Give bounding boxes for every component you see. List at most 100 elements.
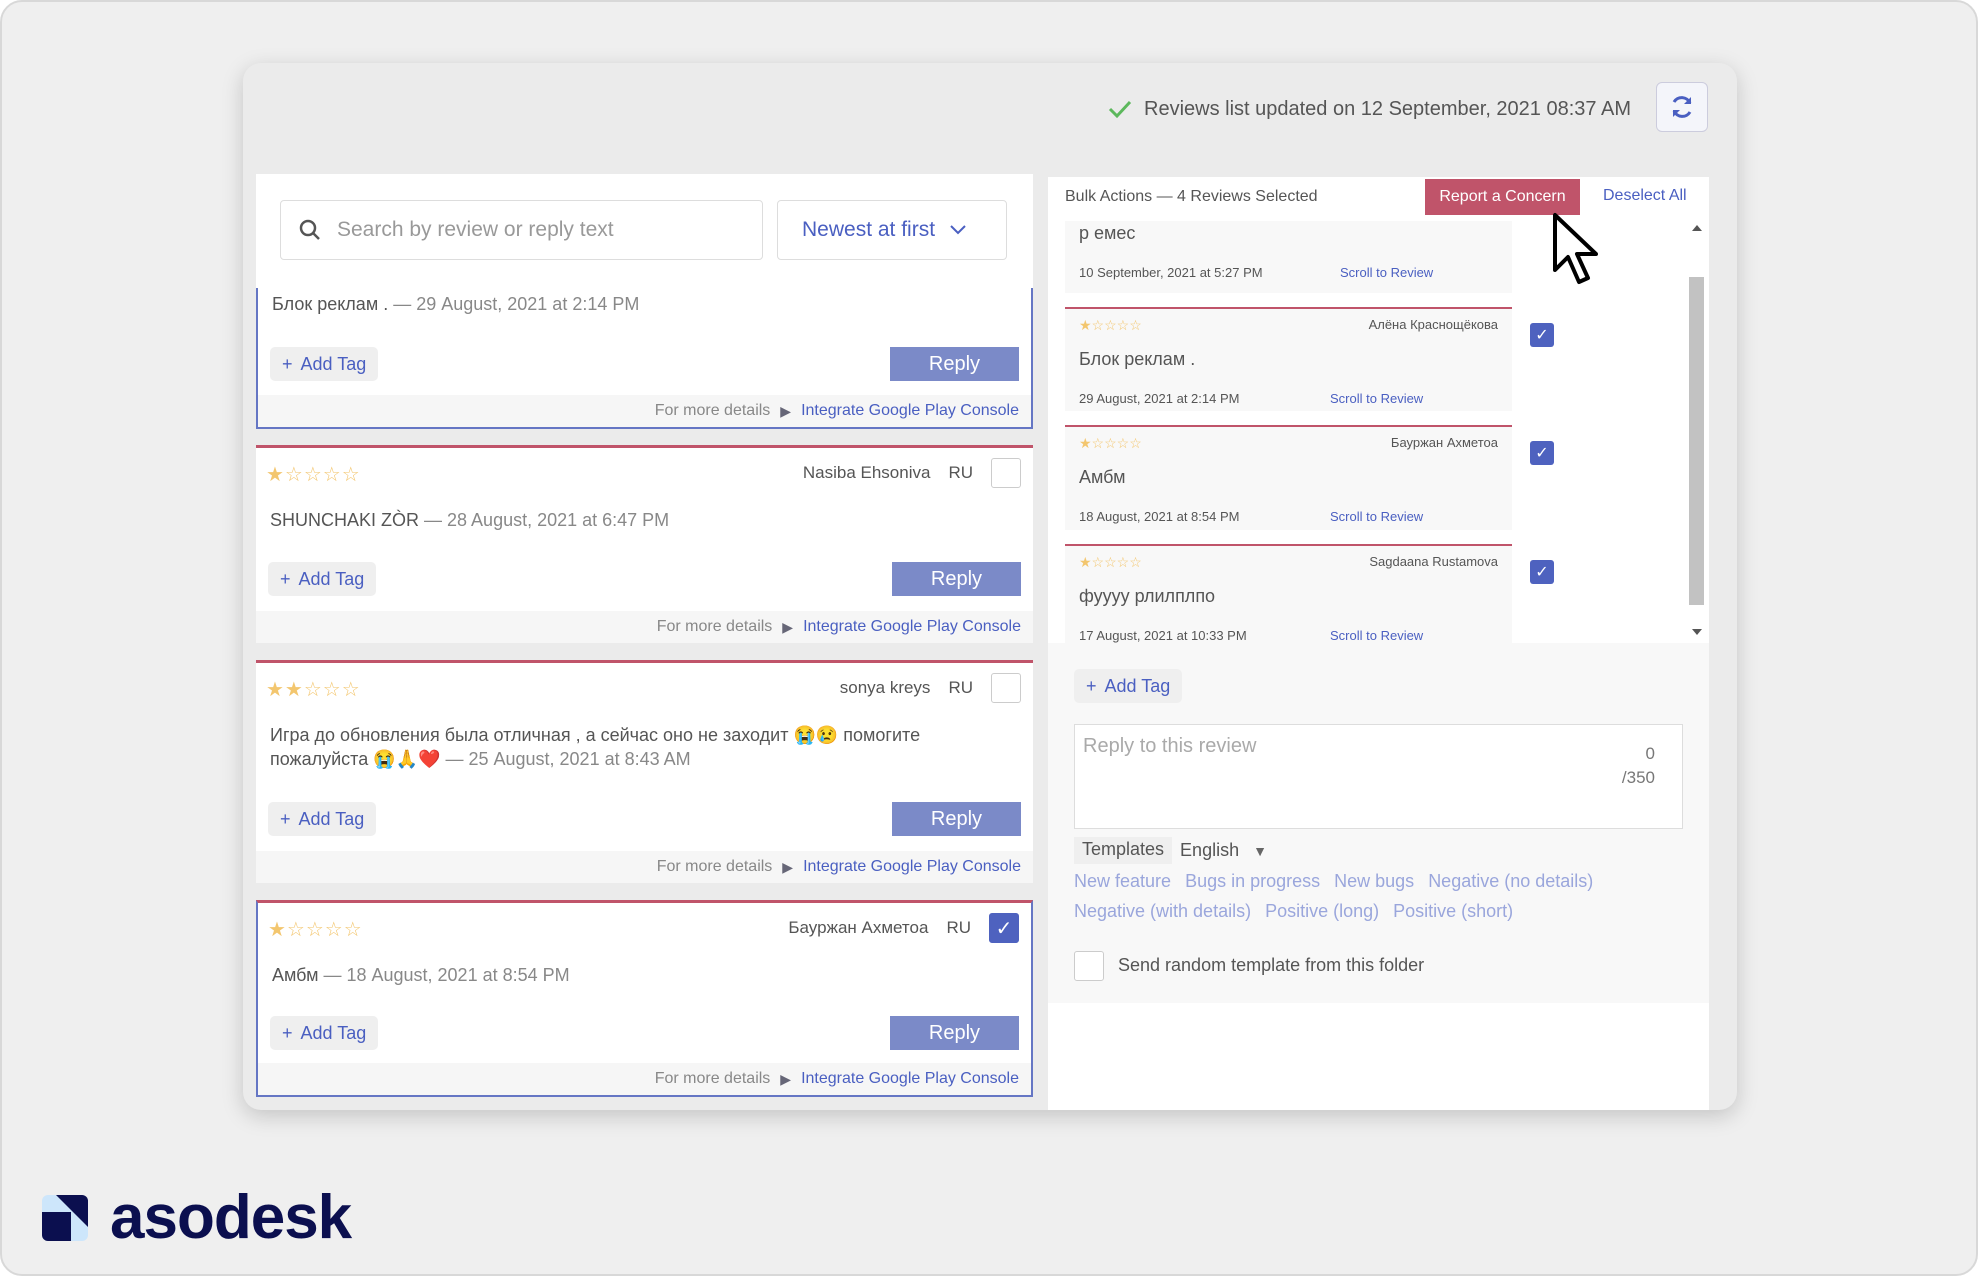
add-tag-button[interactable]: + Add Tag [268, 562, 377, 596]
review-date: 17 August, 2021 at 10:33 PM [1079, 628, 1247, 643]
review-date: 29 August, 2021 at 2:14 PM [1079, 391, 1240, 406]
random-template-checkbox[interactable] [1074, 951, 1104, 981]
review-date: — 18 August, 2021 at 8:54 PM [323, 965, 570, 985]
add-tag-button[interactable]: + Add Tag [270, 347, 379, 381]
review-footer: For more details ▶ Integrate Google Play C… [258, 395, 1031, 427]
add-tag-label: Add Tag [298, 568, 365, 589]
random-template-label: Send random template from this folder [1118, 955, 1425, 975]
google-play-icon: ▶ [782, 858, 794, 875]
search-icon [299, 219, 320, 240]
review-date: 18 August, 2021 at 8:54 PM [1079, 509, 1240, 524]
review-language: RU [948, 463, 973, 482]
star-rating: ★☆☆☆☆ [268, 919, 363, 941]
scroll-to-review-link[interactable]: Scroll to Review [1330, 391, 1423, 406]
scroll-to-review-link[interactable]: Scroll to Review [1340, 265, 1433, 280]
scroll-to-review-link[interactable]: Scroll to Review [1330, 628, 1423, 643]
review-card: ★☆☆☆☆ Бауржан Ахметоа RU ✓ Амбм — 18 August,… [256, 900, 1033, 1097]
sort-value: Newest at first [802, 218, 936, 241]
refresh-button[interactable] [1656, 82, 1708, 132]
plus-icon: + [282, 1022, 293, 1043]
review-author: Бауржан Ахметоа [1390, 435, 1498, 450]
template-link[interactable]: Negative (no details) [1428, 866, 1593, 896]
bulk-add-tag-button[interactable]: + Add Tag [1074, 669, 1183, 703]
selected-review-checkbox[interactable]: ✓ [1530, 441, 1554, 465]
review-text: фуууу рлилплпо [1079, 586, 1216, 606]
review-body: SHUNCHAKI ZÒR [270, 510, 425, 530]
reply-placeholder: Reply to this review [1083, 735, 1257, 757]
star-rating: ★☆☆☆☆ [266, 464, 361, 486]
template-link[interactable]: Negative (with details) [1074, 896, 1251, 926]
template-link[interactable]: Bugs in progress [1185, 866, 1320, 896]
report-concern-button[interactable]: Report a Concern [1425, 179, 1580, 215]
char-counter: 0/350 [1610, 742, 1655, 790]
review-date: — 29 August, 2021 at 2:14 PM [393, 294, 640, 314]
review-meta: Nasiba Ehsoniva RU [803, 458, 1021, 488]
integrate-google-play-link[interactable]: Integrate Google Play Console [803, 618, 1021, 636]
integrate-google-play-link[interactable]: Integrate Google Play Console [803, 858, 1021, 876]
review-text: Амбм — 18 August, 2021 at 8:54 PM [272, 963, 1017, 987]
plus-icon: + [1086, 675, 1097, 696]
mouse-cursor-icon [1553, 213, 1598, 284]
star-rating: ★☆☆☆☆ [1079, 435, 1142, 451]
review-text: SHUNCHAKI ZÒR — 28 August, 2021 at 6:47 … [270, 508, 1019, 532]
add-tag-label: Add Tag [1104, 675, 1171, 696]
more-details-label: For more details [654, 402, 771, 419]
more-details-label: For more details [654, 1070, 771, 1087]
template-link[interactable]: Positive (long) [1265, 896, 1379, 926]
review-footer: For more details ▶ Integrate Google Play C… [256, 611, 1033, 643]
more-details-label: For more details [656, 858, 773, 875]
templates-selector[interactable]: Templates English ▼ [1074, 837, 1275, 864]
google-play-icon: ▶ [780, 402, 792, 419]
reply-button[interactable]: Reply [890, 347, 1019, 381]
integrate-google-play-link[interactable]: Integrate Google Play Console [801, 402, 1019, 420]
plus-icon: + [280, 568, 291, 589]
status-text: Reviews list updated on 12 September, 20… [1144, 97, 1631, 120]
selected-review-item: ★☆☆☆☆ Sagdaana Rustamova фуууу рлилплпо 17 … [1065, 544, 1512, 643]
review-author: Sagdaana Rustamova [1369, 554, 1498, 569]
selected-review-item: р емес 10 September, 2021 at 5:27 PM Scrol… [1065, 221, 1512, 293]
add-tag-button[interactable]: + Add Tag [270, 1016, 379, 1050]
plus-icon: + [280, 808, 291, 829]
integrate-google-play-link[interactable]: Integrate Google Play Console [801, 1070, 1019, 1088]
search-input[interactable]: Search by review or reply text [280, 200, 763, 260]
add-tag-button[interactable]: + Add Tag [268, 802, 377, 836]
review-checkbox[interactable] [991, 673, 1021, 703]
scroll-down-icon[interactable] [1692, 629, 1702, 635]
language-dropdown[interactable]: English ▼ [1172, 837, 1275, 864]
sort-dropdown[interactable]: Newest at first [777, 200, 1007, 260]
add-tag-label: Add Tag [298, 808, 365, 829]
char-max: /350 [1621, 768, 1655, 787]
review-text: Блок реклам . [1079, 349, 1196, 369]
check-icon [1108, 100, 1132, 119]
review-card: ★★☆☆☆ sonya kreys RU Игра до обновления был… [256, 660, 1033, 883]
star-rating: ★☆☆☆☆ [1079, 317, 1142, 333]
reply-button[interactable]: Reply [892, 802, 1021, 836]
selected-review-checkbox[interactable]: ✓ [1530, 323, 1554, 347]
deselect-all-link[interactable]: Deselect All [1603, 187, 1687, 205]
template-link[interactable]: Positive (short) [1393, 896, 1513, 926]
update-status: Reviews list updated on 12 September, 20… [1108, 94, 1631, 124]
review-author: Алёна Краснощёкова [1368, 317, 1498, 332]
scrollbar-thumb[interactable] [1689, 277, 1704, 605]
reply-textarea[interactable]: Reply to this review [1074, 724, 1683, 829]
review-text: Амбм [1079, 467, 1126, 487]
search-placeholder: Search by review or reply text [337, 218, 614, 241]
review-checkbox[interactable]: ✓ [989, 913, 1019, 943]
template-link[interactable]: New feature [1074, 866, 1171, 896]
review-language: RU [946, 918, 971, 937]
reply-button[interactable]: Reply [890, 1016, 1019, 1050]
review-text: р емес [1079, 223, 1136, 243]
scroll-to-review-link[interactable]: Scroll to Review [1330, 509, 1423, 524]
star-rating: ★☆☆☆☆ [1079, 554, 1142, 570]
selected-review-item: ★☆☆☆☆ Алёна Краснощёкова Блок реклам . 29 A… [1065, 307, 1512, 411]
star-rating: ★★☆☆☆ [266, 679, 361, 701]
review-checkbox[interactable] [991, 458, 1021, 488]
selected-review-item: ★☆☆☆☆ Бауржан Ахметоа Амбм 18 August, 2021 … [1065, 425, 1512, 530]
reply-button[interactable]: Reply [892, 562, 1021, 596]
review-language: RU [948, 678, 973, 697]
caret-down-icon: ▼ [1253, 842, 1267, 859]
google-play-icon: ▶ [782, 618, 794, 635]
template-link[interactable]: New bugs [1334, 866, 1414, 896]
selected-review-checkbox[interactable]: ✓ [1530, 560, 1554, 584]
scroll-up-icon[interactable] [1692, 225, 1702, 231]
